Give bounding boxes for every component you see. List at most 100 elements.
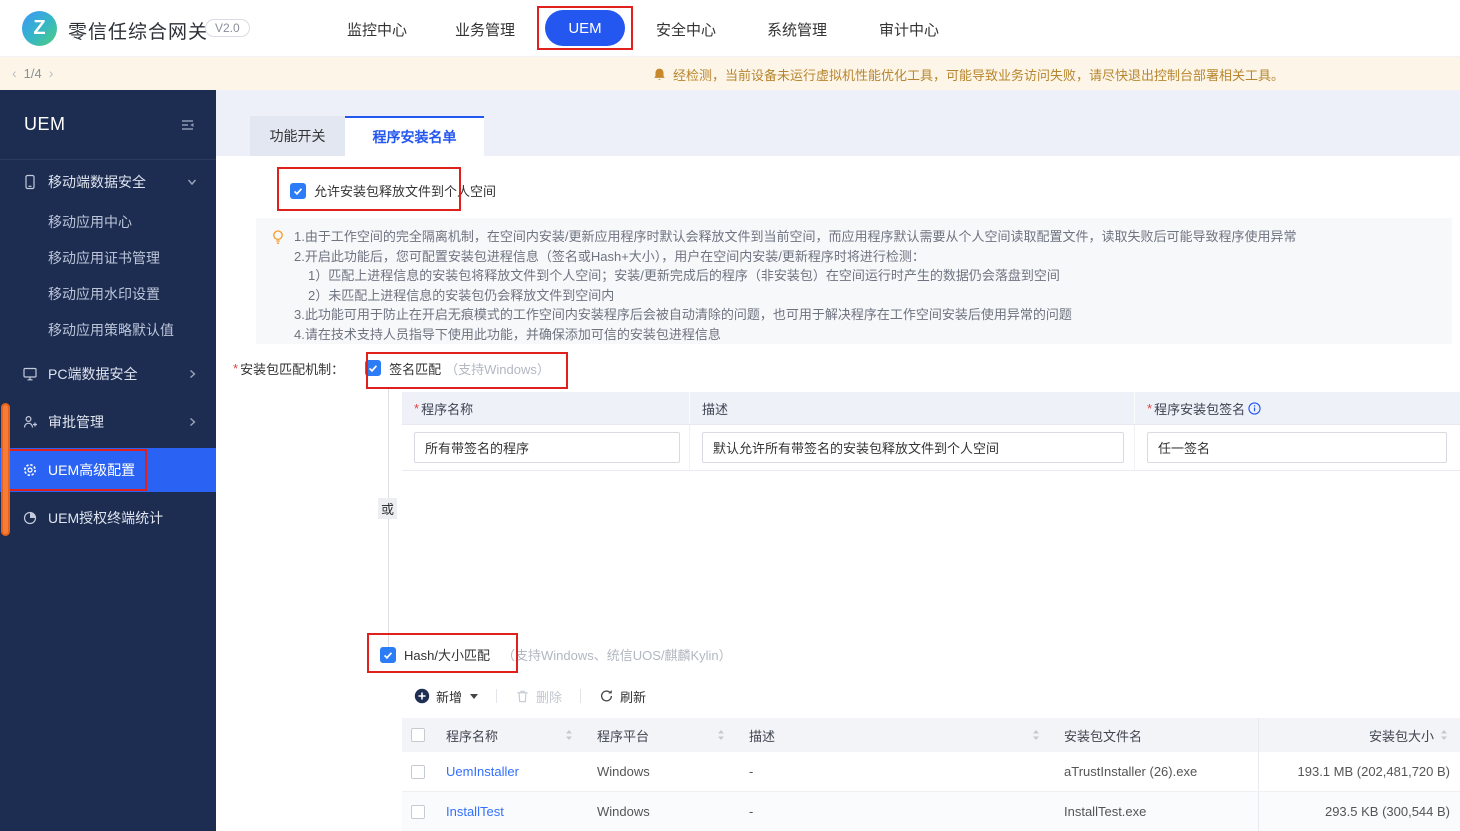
tab-function-switch[interactable]: 功能开关 (250, 116, 345, 156)
sidebar-item-label: UEM授权终端统计 (48, 510, 164, 526)
header-package-filename[interactable]: 安装包文件名 (1052, 718, 1258, 752)
tab-install-list[interactable]: 程序安装名单 (345, 116, 484, 156)
delete-button[interactable]: 删除 (515, 687, 562, 706)
sidebar-item-label: 移动应用水印设置 (48, 286, 160, 302)
sidebar-item-mobile-cert[interactable]: 移动应用证书管理 (0, 240, 216, 276)
nav-item-security[interactable]: 安全中心 (656, 19, 716, 40)
package-signature-input[interactable] (1147, 432, 1447, 463)
refresh-icon (599, 688, 614, 704)
nav-item-uem[interactable]: UEM (545, 10, 625, 46)
pager-prev-icon[interactable]: ‹ (12, 65, 17, 81)
banner-message: 经检测，当前设备未运行虚拟机性能优化工具，可能导致业务访问失败，请尽快退出控制台… (673, 68, 1285, 83)
header-description[interactable]: 描述 (737, 718, 1052, 752)
stats-icon (22, 510, 38, 526)
sidebar-item-label: UEM高级配置 (48, 462, 136, 478)
info-line: 4.请在技术支持人员指导下使用此功能，并确保添加可信的安装包进程信息 (294, 326, 721, 342)
info-icon[interactable] (1248, 401, 1261, 415)
signature-table-header: * 程序名称 描述 * 程序安装包签名 (402, 392, 1460, 425)
signature-table: * 程序名称 描述 * 程序安装包签名 (402, 392, 1460, 471)
sidebar-item-label: PC端数据安全 (48, 366, 138, 382)
sidebar-item-label: 移动应用证书管理 (48, 250, 160, 266)
row-checkbox[interactable] (411, 764, 425, 779)
signature-table-row (402, 425, 1460, 471)
column-label: 描述 (749, 728, 776, 744)
logo-letter: Z (33, 17, 46, 39)
hash-match-label: Hash/大小匹配 (404, 648, 490, 663)
sidebar-collapse-icon[interactable] (179, 117, 196, 138)
program-name-link[interactable]: InstallTest (446, 804, 504, 819)
cell-platform: Windows (597, 764, 650, 779)
header-package-size[interactable]: 安装包大小 (1258, 718, 1460, 752)
pager-next-icon[interactable]: › (49, 65, 54, 81)
program-table-header: 程序名称 程序平台 描述 安装包文件名 安装包大小 (402, 718, 1460, 752)
allow-release-checkbox[interactable] (290, 182, 306, 199)
required-mark: * (1147, 400, 1153, 416)
header-program-name[interactable]: 程序名称 (434, 718, 585, 752)
required-mark: * (233, 360, 239, 376)
match-mechanism-row: * 安装包匹配机制： 签名匹配 （支持Windows） (233, 358, 550, 378)
header-platform[interactable]: 程序平台 (585, 718, 737, 752)
column-label: 安装包大小 (1368, 728, 1434, 744)
required-mark: * (414, 400, 420, 416)
nav-item-system[interactable]: 系统管理 (767, 19, 827, 40)
cell-program-name (402, 425, 690, 470)
sidebar-title: UEM (24, 114, 66, 134)
sidebar-item-mobile-data-security[interactable]: 移动端数据安全 (0, 164, 216, 200)
cell-package-filename: aTrustInstaller (26).exe (1064, 764, 1198, 779)
cell-platform: Windows (597, 804, 650, 819)
product-title: 零信任综合网关 (68, 22, 209, 43)
allow-release-row[interactable]: 允许安装包释放文件到个人空间 (290, 181, 496, 200)
sort-icon[interactable] (563, 727, 575, 743)
column-header-package-signature: * 程序安装包签名 (1135, 392, 1460, 424)
main-content: 功能开关 程序安装名单 允许安装包释放文件到个人空间 1.由于工作空间的完全隔离… (216, 90, 1460, 831)
sidebar-item-uem-terminal-stats[interactable]: UEM授权终端统计 (0, 500, 216, 536)
program-name-input[interactable] (414, 432, 680, 463)
sort-icon[interactable] (715, 727, 727, 743)
sidebar-item-label: 移动应用中心 (48, 214, 132, 230)
sidebar-item-pc-data-security[interactable]: PC端数据安全 (0, 356, 216, 392)
nav-item-monitor[interactable]: 监控中心 (347, 19, 407, 40)
info-line: 2.开启此功能后，您可配置安装包进程信息（签名或Hash+大小），用户在空间内安… (294, 248, 925, 264)
row-select (402, 792, 434, 831)
sidebar-item-mobile-policy-default[interactable]: 移动应用策略默认值 (0, 312, 216, 348)
sort-icon[interactable] (1030, 727, 1042, 743)
nav-item-audit[interactable]: 审计中心 (879, 19, 939, 40)
hash-match-checkbox[interactable] (380, 646, 396, 663)
approval-icon (22, 414, 38, 430)
refresh-button[interactable]: 刷新 (599, 687, 646, 706)
cell-description (690, 425, 1135, 470)
chevron-right-icon (186, 416, 198, 428)
sidebar-item-label: 移动应用策略默认值 (48, 322, 174, 338)
sidebar-item-mobile-app-center[interactable]: 移动应用中心 (0, 204, 216, 240)
select-all-checkbox[interactable] (411, 728, 425, 742)
sort-icon[interactable] (1438, 727, 1450, 743)
version-badge: V2.0 (205, 19, 250, 37)
or-label: 或 (378, 498, 398, 519)
row-checkbox[interactable] (411, 804, 425, 819)
refresh-button-label: 刷新 (620, 689, 647, 705)
sidebar-item-uem-advanced-config[interactable]: UEM高级配置 (0, 448, 216, 492)
info-box: 1.由于工作空间的完全隔离机制，在空间内安装/更新应用程序时默认会释放文件到当前… (256, 218, 1452, 344)
column-header-program-name: * 程序名称 (402, 392, 690, 424)
sidebar-item-mobile-watermark[interactable]: 移动应用水印设置 (0, 276, 216, 312)
info-line: 1）匹配上进程信息的安装包将释放文件到个人空间；安装/更新完成后的程序（非安装包… (308, 268, 1060, 283)
cell-package-signature (1135, 425, 1460, 470)
match-mechanism-label: 安装包匹配机制： (240, 361, 345, 377)
program-table: 程序名称 程序平台 描述 安装包文件名 安装包大小 UemInstaller W… (402, 718, 1460, 831)
sidebar-item-label: 移动端数据安全 (48, 174, 146, 190)
info-line: 1.由于工作空间的完全隔离机制，在空间内安装/更新应用程序时默认会释放文件到当前… (294, 229, 1297, 244)
sidebar-item-approval[interactable]: 审批管理 (0, 404, 216, 440)
trash-icon (515, 688, 530, 704)
add-button-label: 新增 (436, 689, 463, 705)
cell-package-filename: InstallTest.exe (1064, 804, 1147, 819)
hash-match-row[interactable]: Hash/大小匹配 （支持Windows、统信UOS/麒麟Kylin） (380, 645, 732, 664)
sidebar: UEM 移动端数据安全 移动应用中心 移动应用证书管理 移动应用水印设置 移动应… (0, 90, 216, 831)
nav-item-business[interactable]: 业务管理 (455, 19, 515, 40)
program-name-link[interactable]: UemInstaller (446, 764, 519, 779)
add-button[interactable]: 新增 (414, 687, 479, 706)
column-label: 程序名称 (446, 728, 499, 744)
column-label: 描述 (702, 401, 729, 417)
signature-match-checkbox[interactable] (365, 360, 382, 376)
description-input[interactable] (702, 432, 1124, 463)
mobile-icon (22, 174, 38, 190)
